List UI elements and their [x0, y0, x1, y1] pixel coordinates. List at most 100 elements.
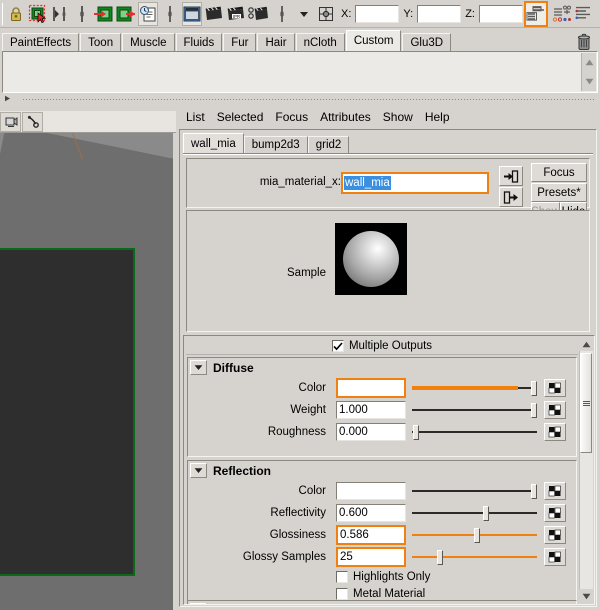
shelf-tab-fur[interactable]: Fur	[223, 33, 257, 52]
output-connection-icon[interactable]	[116, 2, 136, 26]
snap-target-icon[interactable]	[316, 2, 336, 26]
viewport-3d-scene[interactable]	[0, 133, 173, 610]
chevron-down-icon[interactable]	[190, 463, 207, 478]
glossiness-map-button[interactable]	[544, 526, 566, 544]
x-input[interactable]	[355, 4, 400, 23]
chevron-down-icon[interactable]	[294, 2, 314, 26]
shelf-scroll-down-icon[interactable]	[582, 72, 596, 91]
scroll-up-icon[interactable]	[579, 337, 593, 351]
shelf-icon-area[interactable]	[2, 51, 598, 93]
node-tab-grid2[interactable]: grid2	[307, 136, 350, 154]
render-sequence-icon[interactable]	[204, 2, 224, 26]
diffuse-roughness-map-button[interactable]	[544, 423, 566, 441]
select-object-icon[interactable]	[28, 2, 48, 26]
view-bookmark-icon[interactable]	[22, 111, 43, 132]
snap-curve-icon[interactable]	[50, 2, 70, 26]
shelf-tab-muscle[interactable]: Muscle	[122, 33, 175, 52]
attribute-list: Multiple Outputs Diffuse Color Weight 1.…	[184, 336, 580, 604]
shelf-tab-custom[interactable]: Custom	[345, 30, 402, 52]
z-input[interactable]	[478, 4, 523, 23]
chevron-right-icon[interactable]	[190, 603, 207, 604]
sample-swatch[interactable]	[335, 223, 407, 295]
diffuse-roughness-field[interactable]: 0.000	[336, 423, 406, 441]
glossy-samples-slider[interactable]	[412, 548, 537, 566]
reflectivity-label: Reflectivity	[270, 507, 326, 519]
section-advanced-reflection-header[interactable]: Advanced Reflection	[188, 601, 576, 604]
shelf-tab-ncloth[interactable]: nCloth	[295, 33, 345, 52]
highlights-only-checkbox[interactable]	[336, 570, 348, 583]
view-camera-icon[interactable]	[0, 111, 21, 132]
shelf-tab-bar: PaintEffects Toon Muscle Fluids Fur Hair…	[0, 28, 600, 52]
toolbar-divider-2	[272, 2, 292, 26]
node-tab-bump2d3[interactable]: bump2d3	[243, 136, 308, 154]
reflectivity-map-button[interactable]	[544, 504, 566, 522]
section-advanced-reflection[interactable]: Advanced Reflection	[187, 600, 577, 604]
reflectivity-field[interactable]: 0.600	[336, 504, 406, 522]
trash-icon[interactable]	[576, 33, 592, 51]
node-type-label: mia_material_x:	[259, 176, 341, 188]
render-settings-icon[interactable]	[248, 2, 270, 26]
shelf-tab-hair[interactable]: Hair	[257, 33, 295, 52]
diffuse-color-map-button[interactable]	[544, 379, 566, 397]
scroll-down-icon[interactable]	[579, 589, 593, 603]
construction-history-icon[interactable]	[137, 1, 159, 26]
separator-line	[23, 98, 596, 100]
shelf-scroll-up-icon[interactable]	[582, 53, 596, 72]
lock-icon[interactable]	[6, 2, 26, 26]
node-name-input[interactable]: wall_mia	[341, 172, 489, 194]
render-current-frame-icon[interactable]	[181, 1, 203, 26]
input-connection-icon[interactable]	[93, 2, 114, 26]
y-input[interactable]	[417, 4, 462, 23]
presets-button[interactable]: Presets*	[531, 183, 587, 202]
menu-show[interactable]: Show	[377, 109, 419, 125]
reflection-color-swatch[interactable]	[336, 482, 406, 500]
focus-button[interactable]: Focus	[531, 163, 587, 182]
glossy-samples-map-button[interactable]	[544, 548, 566, 566]
diffuse-color-label: Color	[298, 382, 326, 394]
sample-label: Sample	[287, 267, 326, 279]
channel-box-icon[interactable]	[574, 2, 594, 26]
diffuse-weight-slider[interactable]	[412, 401, 537, 419]
reflection-color-map-button[interactable]	[544, 482, 566, 500]
diffuse-color-swatch[interactable]	[336, 378, 406, 398]
node-tab-bar: wall_mia bump2d3 grid2	[183, 133, 593, 154]
multiple-outputs-checkbox[interactable]	[331, 340, 344, 352]
glossiness-field[interactable]: 0.586	[336, 525, 406, 545]
menu-help[interactable]: Help	[419, 109, 456, 125]
attribute-scrollbar[interactable]	[579, 337, 593, 603]
menu-attributes[interactable]: Attributes	[314, 109, 377, 125]
shelf-tab-glu3d[interactable]: Glu3D	[402, 33, 452, 52]
glossy-samples-field[interactable]: 25	[336, 547, 406, 567]
metal-material-checkbox[interactable]	[336, 587, 348, 600]
output-connections-button[interactable]	[499, 187, 523, 207]
panel-separator[interactable]	[0, 95, 600, 103]
diffuse-roughness-slider[interactable]	[412, 423, 537, 441]
viewport-selected-object[interactable]	[0, 248, 135, 576]
reflection-color-slider[interactable]	[412, 482, 537, 500]
attribute-scroll-area[interactable]: Multiple Outputs Diffuse Color Weight 1.…	[183, 335, 595, 605]
glossiness-slider[interactable]	[412, 526, 537, 544]
highlights-only-row[interactable]: Highlights Only	[188, 568, 576, 585]
node-tab-wall-mia[interactable]: wall_mia	[183, 133, 244, 154]
input-connections-button[interactable]	[499, 166, 523, 186]
attr-row-reflectivity: Reflectivity 0.600	[188, 502, 576, 524]
menu-list[interactable]: List	[180, 109, 211, 125]
diffuse-weight-field[interactable]: 1.000	[336, 401, 406, 419]
multiple-outputs-row[interactable]: Multiple Outputs	[186, 338, 578, 355]
shelf-tab-toon[interactable]: Toon	[80, 33, 122, 52]
diffuse-color-slider[interactable]	[412, 379, 537, 397]
section-diffuse-header[interactable]: Diffuse	[188, 358, 576, 377]
chevron-down-icon[interactable]	[190, 360, 207, 375]
shelf-tab-painteffects[interactable]: PaintEffects	[2, 33, 80, 52]
shelf-tab-fluids[interactable]: Fluids	[175, 33, 223, 52]
tool-settings-icon[interactable]	[552, 2, 572, 26]
attribute-editor-icon[interactable]	[523, 0, 548, 27]
scrollbar-thumb[interactable]	[580, 353, 592, 453]
menu-selected[interactable]: Selected	[211, 109, 270, 125]
section-reflection-header[interactable]: Reflection	[188, 461, 576, 480]
snap-point-icon[interactable]	[72, 2, 92, 26]
reflectivity-slider[interactable]	[412, 504, 537, 522]
diffuse-weight-map-button[interactable]	[544, 401, 566, 419]
ipr-render-icon[interactable]: IPR	[226, 2, 246, 26]
menu-focus[interactable]: Focus	[269, 109, 314, 125]
